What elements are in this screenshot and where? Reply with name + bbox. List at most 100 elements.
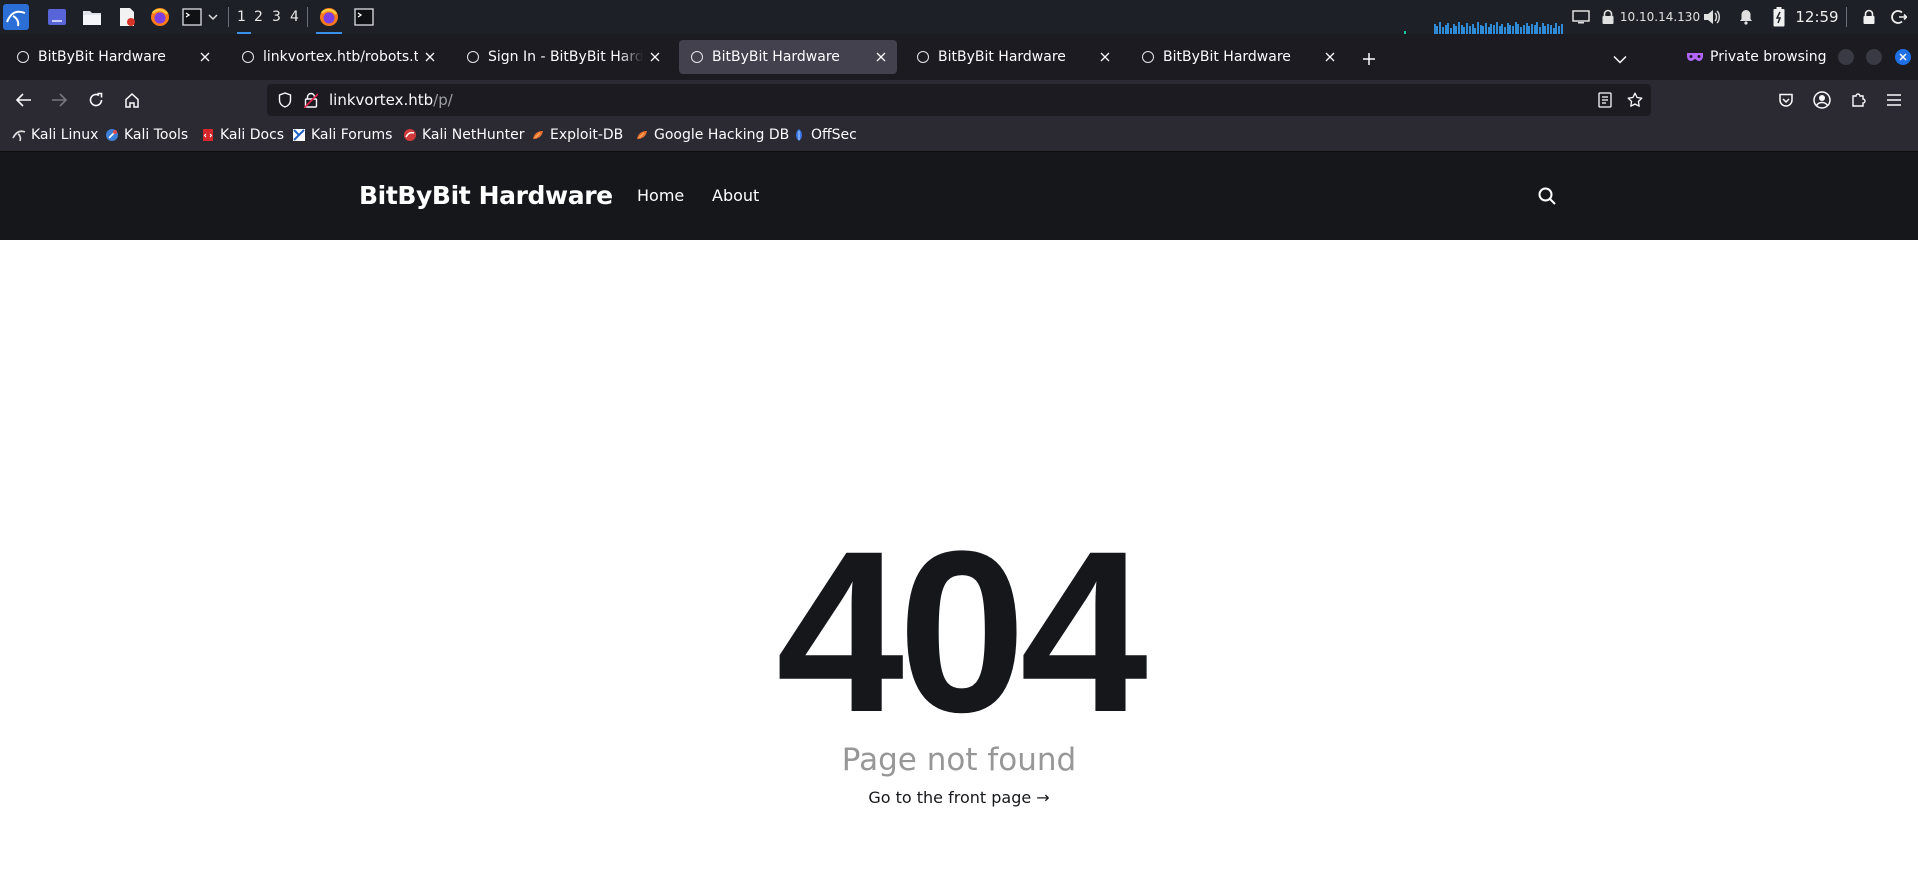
vpn-lock-icon[interactable] xyxy=(1598,0,1618,34)
list-all-tabs-chevron-icon[interactable] xyxy=(1608,47,1632,71)
kali-dragon-icon xyxy=(12,130,26,142)
logout-icon[interactable] xyxy=(1889,0,1909,34)
pocket-icon[interactable] xyxy=(1774,88,1798,112)
forward-arrow-icon[interactable] xyxy=(47,88,71,112)
bookmark-label: Kali Tools xyxy=(124,127,189,143)
hamburger-menu-icon[interactable] xyxy=(1882,88,1906,112)
kali-menu-icon[interactable] xyxy=(2,0,30,34)
tab-globe-icon xyxy=(691,51,703,63)
lock-screen-icon[interactable] xyxy=(1859,0,1879,34)
site-title-link[interactable]: BitByBit Hardware xyxy=(359,152,613,240)
tab-title: BitByBit Hardware xyxy=(38,49,166,65)
notification-bell-icon[interactable] xyxy=(1736,0,1756,34)
reload-icon[interactable] xyxy=(84,88,108,112)
tracking-shield-icon[interactable] xyxy=(273,88,297,112)
bookmark-exploit-db[interactable]: Exploit-DB xyxy=(531,120,623,150)
tab-globe-icon xyxy=(1142,51,1154,63)
window-close-button[interactable] xyxy=(1895,49,1911,65)
bookmark-kali-linux[interactable]: Kali Linux xyxy=(12,120,98,150)
workspace-4[interactable]: 4 xyxy=(286,0,303,34)
battery-icon[interactable] xyxy=(1769,0,1789,34)
site-header: BitByBit Hardware Home About xyxy=(0,152,1918,240)
tab-2[interactable]: linkvortex.htb/robots.txt xyxy=(230,40,446,74)
nav-about-link[interactable]: About xyxy=(712,152,759,240)
nethunter-icon xyxy=(404,129,416,141)
bookmark-kali-docs[interactable]: Kali Docs xyxy=(201,120,284,150)
workspace-3[interactable]: 3 xyxy=(268,0,285,34)
tab-3[interactable]: Sign In - BitByBit Hardware xyxy=(455,40,671,74)
tab-globe-icon xyxy=(242,51,254,63)
private-browsing-indicator: Private browsing xyxy=(1686,34,1827,80)
workspace-2[interactable]: 2 xyxy=(250,0,267,34)
bookmark-star-icon[interactable] xyxy=(1623,88,1647,112)
display-icon[interactable] xyxy=(1570,0,1592,34)
window-minimize-button[interactable] xyxy=(1838,49,1854,65)
text-editor-icon[interactable] xyxy=(116,0,138,34)
tab-globe-icon xyxy=(917,51,929,63)
os-taskbar: 1 2 3 4 10.10.14.130 12:59 xyxy=(0,0,1918,34)
file-manager-icon[interactable] xyxy=(81,0,103,34)
private-mask-icon xyxy=(1687,53,1703,61)
tab-close-icon[interactable] xyxy=(643,45,667,69)
url-path: /p/ xyxy=(433,91,453,109)
launcher-dropdown-icon[interactable] xyxy=(205,0,221,34)
tab-5[interactable]: BitByBit Hardware xyxy=(905,40,1121,74)
search-icon[interactable] xyxy=(1535,184,1559,208)
bookmark-google-hacking-db[interactable]: Google Hacking DB xyxy=(635,120,789,150)
tab-close-icon[interactable] xyxy=(1093,45,1117,69)
tab-close-icon[interactable] xyxy=(869,45,893,69)
nav-home-link[interactable]: Home xyxy=(637,152,684,240)
ghdb-icon xyxy=(637,131,647,139)
clock[interactable]: 12:59 xyxy=(1794,0,1840,34)
front-page-link[interactable]: Go to the front page → xyxy=(0,788,1918,808)
kali-docs-icon xyxy=(203,129,213,141)
bookmark-label: Exploit-DB xyxy=(550,127,624,143)
tab-4-active[interactable]: BitByBit Hardware xyxy=(679,40,897,74)
tab-title: Sign In - BitByBit Hardware xyxy=(488,49,643,65)
volume-icon[interactable] xyxy=(1701,0,1723,34)
bookmark-label: Kali NetHunter xyxy=(422,127,525,143)
url-host: linkvortex.htb xyxy=(329,91,434,109)
tab-globe-icon xyxy=(467,51,479,63)
desktop-icon[interactable] xyxy=(46,0,68,34)
tab-6[interactable]: BitByBit Hardware xyxy=(1130,40,1346,74)
extensions-puzzle-icon[interactable] xyxy=(1846,88,1870,112)
offsec-icon xyxy=(796,129,802,141)
ip-address: 10.10.14.130 xyxy=(1619,10,1701,24)
tab-title: BitByBit Hardware xyxy=(1163,49,1291,65)
bookmark-label: Kali Docs xyxy=(220,127,285,143)
back-arrow-icon[interactable] xyxy=(12,88,36,112)
bookmark-kali-tools[interactable]: Kali Tools xyxy=(105,120,188,150)
firefox-launcher-icon[interactable] xyxy=(149,0,171,34)
window-maximize-button[interactable] xyxy=(1866,49,1882,65)
kali-forums-icon xyxy=(293,129,305,141)
tab-close-icon[interactable] xyxy=(418,45,442,69)
home-icon[interactable] xyxy=(120,88,144,112)
bookmark-kali-forums[interactable]: Kali Forums xyxy=(292,120,392,150)
tab-title: BitByBit Hardware xyxy=(938,49,1066,65)
terminal-launcher-icon[interactable] xyxy=(181,0,203,34)
tab-close-icon[interactable] xyxy=(1318,45,1342,69)
account-icon[interactable] xyxy=(1810,88,1834,112)
workspace-1[interactable]: 1 xyxy=(233,0,250,34)
terminal-window-icon[interactable] xyxy=(352,0,376,34)
reader-view-icon[interactable] xyxy=(1593,88,1617,112)
bookmark-offsec[interactable]: OffSec xyxy=(792,120,857,150)
new-tab-plus-icon[interactable] xyxy=(1357,47,1381,71)
bookmark-label: Google Hacking DB xyxy=(654,127,790,143)
bookmark-kali-nethunter[interactable]: Kali NetHunter xyxy=(403,120,524,150)
bookmark-label: Kali Forums xyxy=(311,127,393,143)
bookmarks-toolbar: Kali Linux Kali Tools Kali Docs Kali For… xyxy=(0,120,1918,152)
browser-navigation-bar: linkvortex.htb/p/ xyxy=(0,80,1918,120)
tab-close-icon[interactable] xyxy=(193,45,217,69)
insecure-lock-icon[interactable] xyxy=(299,88,323,112)
error-message: Page not found xyxy=(841,742,1077,778)
url-bar[interactable]: linkvortex.htb/p/ xyxy=(267,84,1651,116)
network-graph xyxy=(1404,20,1563,34)
url-text[interactable]: linkvortex.htb/p/ xyxy=(329,84,453,116)
tab-1[interactable]: BitByBit Hardware xyxy=(5,40,221,74)
exploit-db-icon xyxy=(533,131,543,139)
error-code: 404 xyxy=(776,503,1148,760)
firefox-window-icon[interactable] xyxy=(317,0,341,34)
tab-globe-icon xyxy=(17,51,29,63)
